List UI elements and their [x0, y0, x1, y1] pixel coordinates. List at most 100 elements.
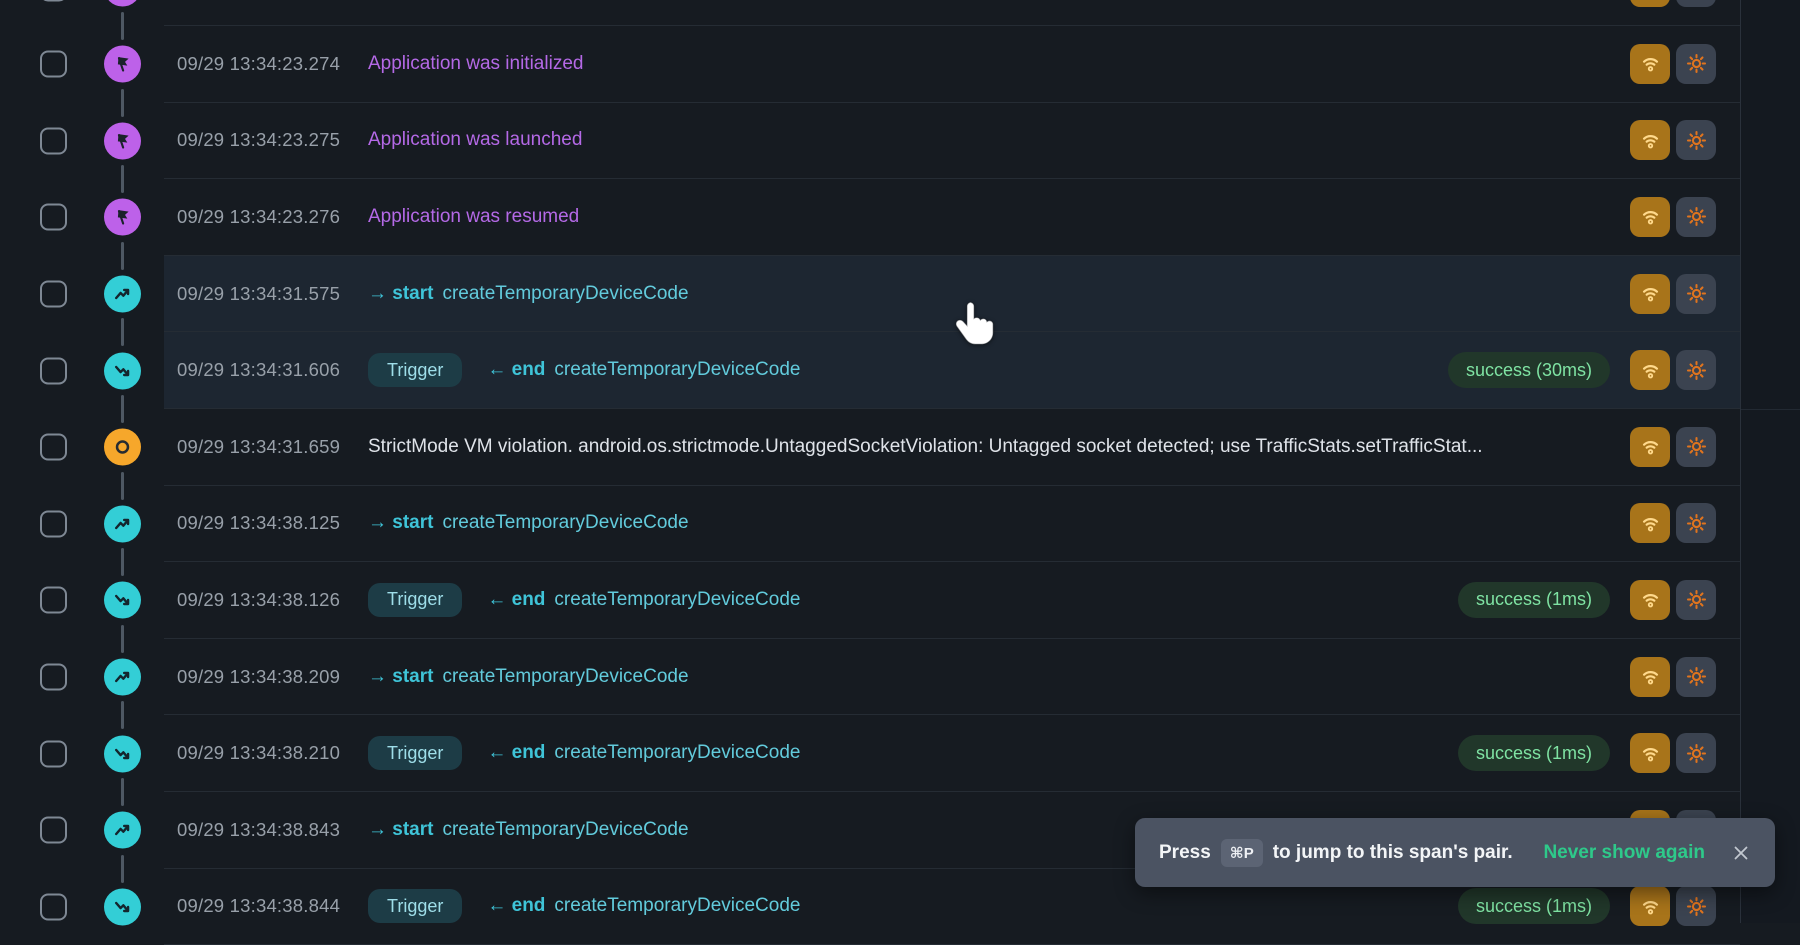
- sun-button[interactable]: [1676, 733, 1716, 773]
- row-gutter: [0, 639, 164, 716]
- row-checkbox[interactable]: [40, 357, 67, 384]
- row-content[interactable]: 09/29 13:34:23.276 Application was resum…: [164, 179, 1740, 256]
- log-row[interactable]: 09/29 13:34:31.606 Trigger← endcreateTem…: [0, 332, 1740, 409]
- wifi-button[interactable]: [1630, 580, 1670, 620]
- wifi-button[interactable]: [1630, 657, 1670, 697]
- row-checkbox[interactable]: [40, 281, 67, 308]
- wifi-button[interactable]: [1630, 274, 1670, 314]
- row-checkbox[interactable]: [40, 817, 67, 844]
- wifi-button[interactable]: [1630, 197, 1670, 237]
- close-icon[interactable]: [1731, 843, 1751, 863]
- span-name-link[interactable]: createTemporaryDeviceCode: [554, 895, 800, 917]
- trend-down-icon: [104, 352, 141, 389]
- row-content[interactable]: 09/29 13:34:23.274 Application was initi…: [164, 26, 1740, 103]
- row-checkbox[interactable]: [40, 127, 67, 154]
- row-checkbox[interactable]: [40, 664, 67, 691]
- timeline-connector: [121, 472, 124, 500]
- row-checkbox[interactable]: [40, 204, 67, 231]
- sun-button[interactable]: [1676, 886, 1716, 926]
- sun-button[interactable]: [1676, 0, 1716, 7]
- wifi-button[interactable]: [1630, 0, 1670, 7]
- status-badge: success (1ms): [1458, 582, 1610, 618]
- log-row[interactable]: 09/29 13:34:23.274 Application was initi…: [0, 26, 1740, 103]
- span-direction-label: ← end: [487, 589, 545, 611]
- row-checkbox[interactable]: [40, 740, 67, 767]
- row-content[interactable]: 09/29 13:34:38.125 → startcreateTemporar…: [164, 486, 1740, 563]
- log-row[interactable]: 09/29 13:34:31.659 StrictMode VM violati…: [0, 409, 1740, 486]
- flag-icon: [104, 199, 141, 236]
- row-actions: [1624, 427, 1740, 467]
- log-row[interactable]: 09/29 13:34:38.210 Trigger← endcreateTem…: [0, 715, 1740, 792]
- log-row[interactable]: 09/29 13:34:38.126 Trigger← endcreateTem…: [0, 562, 1740, 639]
- row-message: Trigger← endcreateTemporaryDeviceCode: [368, 736, 1458, 770]
- trigger-badge: Trigger: [368, 583, 462, 617]
- span-name-link[interactable]: createTemporaryDeviceCode: [442, 819, 688, 841]
- row-checkbox[interactable]: [40, 893, 67, 920]
- timestamp: 09/29 13:34:23.274: [177, 53, 345, 75]
- status-badge: success (30ms): [1448, 352, 1610, 388]
- row-actions: [1624, 44, 1740, 84]
- span-name-link[interactable]: createTemporaryDeviceCode: [554, 359, 800, 381]
- right-panel: [1740, 0, 1800, 923]
- row-checkbox[interactable]: [40, 51, 67, 78]
- timestamp: 09/29 13:34:38.209: [177, 666, 345, 688]
- sun-button[interactable]: [1676, 350, 1716, 390]
- row-checkbox[interactable]: [40, 434, 67, 461]
- toast-text-rest: to jump to this span's pair.: [1273, 842, 1513, 864]
- wifi-button[interactable]: [1630, 886, 1670, 926]
- row-content[interactable]: 09/29 13:34:38.210 Trigger← endcreateTem…: [164, 715, 1740, 792]
- sun-button[interactable]: [1676, 580, 1716, 620]
- row-message: Application was resumed: [368, 206, 1624, 228]
- timeline-connector: [121, 625, 124, 653]
- row-actions: success (1ms): [1458, 886, 1740, 926]
- sun-button[interactable]: [1676, 44, 1716, 84]
- wifi-button[interactable]: [1630, 350, 1670, 390]
- span-name-link[interactable]: createTemporaryDeviceCode: [442, 283, 688, 305]
- row-actions: success (1ms): [1458, 733, 1740, 773]
- row-checkbox[interactable]: [40, 510, 67, 537]
- timestamp: 09/29 13:34:38.210: [177, 742, 345, 764]
- sun-button[interactable]: [1676, 427, 1716, 467]
- span-direction-label: → start: [368, 512, 433, 534]
- row-checkbox[interactable]: [40, 587, 67, 614]
- sun-button[interactable]: [1676, 274, 1716, 314]
- row-content[interactable]: 09/29 13:34:23.275 Application was launc…: [164, 103, 1740, 180]
- wifi-button[interactable]: [1630, 503, 1670, 543]
- log-row[interactable]: 09/29 13:34:38.125 → startcreateTemporar…: [0, 486, 1740, 563]
- log-row[interactable]: 09/29 13:34:23.276 Application was resum…: [0, 179, 1740, 256]
- span-name-link[interactable]: createTemporaryDeviceCode: [442, 512, 688, 534]
- log-row[interactable]: 09/29 13:34:31.575 → startcreateTemporar…: [0, 256, 1740, 333]
- sun-button[interactable]: [1676, 197, 1716, 237]
- row-actions: [1624, 0, 1740, 7]
- span-direction-label: → start: [368, 283, 433, 305]
- sun-button[interactable]: [1676, 657, 1716, 697]
- row-message: Application was launched: [368, 129, 1624, 151]
- timeline-connector: [121, 395, 124, 423]
- status-badge: success (1ms): [1458, 735, 1610, 771]
- span-name-link[interactable]: createTemporaryDeviceCode: [554, 589, 800, 611]
- row-content[interactable]: 09/29 13:34:38.209 → startcreateTemporar…: [164, 639, 1740, 716]
- sun-button[interactable]: [1676, 120, 1716, 160]
- sun-button[interactable]: [1676, 503, 1716, 543]
- row-checkbox[interactable]: [40, 0, 67, 1]
- row-gutter: [0, 792, 164, 869]
- row-content[interactable]: [164, 0, 1740, 26]
- span-name-link[interactable]: createTemporaryDeviceCode: [442, 666, 688, 688]
- span-name-link[interactable]: createTemporaryDeviceCode: [554, 742, 800, 764]
- trend-up-icon: [104, 276, 141, 313]
- log-row[interactable]: 09/29 13:34:38.209 → startcreateTemporar…: [0, 639, 1740, 716]
- trend-up-icon: [104, 505, 141, 542]
- wifi-button[interactable]: [1630, 44, 1670, 84]
- row-content[interactable]: 09/29 13:34:31.659 StrictMode VM violati…: [164, 409, 1740, 486]
- row-actions: [1624, 657, 1740, 697]
- row-actions: [1624, 274, 1740, 314]
- never-show-again-link[interactable]: Never show again: [1543, 842, 1705, 864]
- wifi-button[interactable]: [1630, 120, 1670, 160]
- log-row[interactable]: [0, 0, 1740, 26]
- wifi-button[interactable]: [1630, 733, 1670, 773]
- trace-breadcrumbs-screen: { "colors": { "background": "#161b21", "…: [0, 0, 1800, 923]
- row-gutter: [0, 256, 164, 333]
- wifi-button[interactable]: [1630, 427, 1670, 467]
- row-content[interactable]: 09/29 13:34:38.126 Trigger← endcreateTem…: [164, 562, 1740, 639]
- log-row[interactable]: 09/29 13:34:23.275 Application was launc…: [0, 103, 1740, 180]
